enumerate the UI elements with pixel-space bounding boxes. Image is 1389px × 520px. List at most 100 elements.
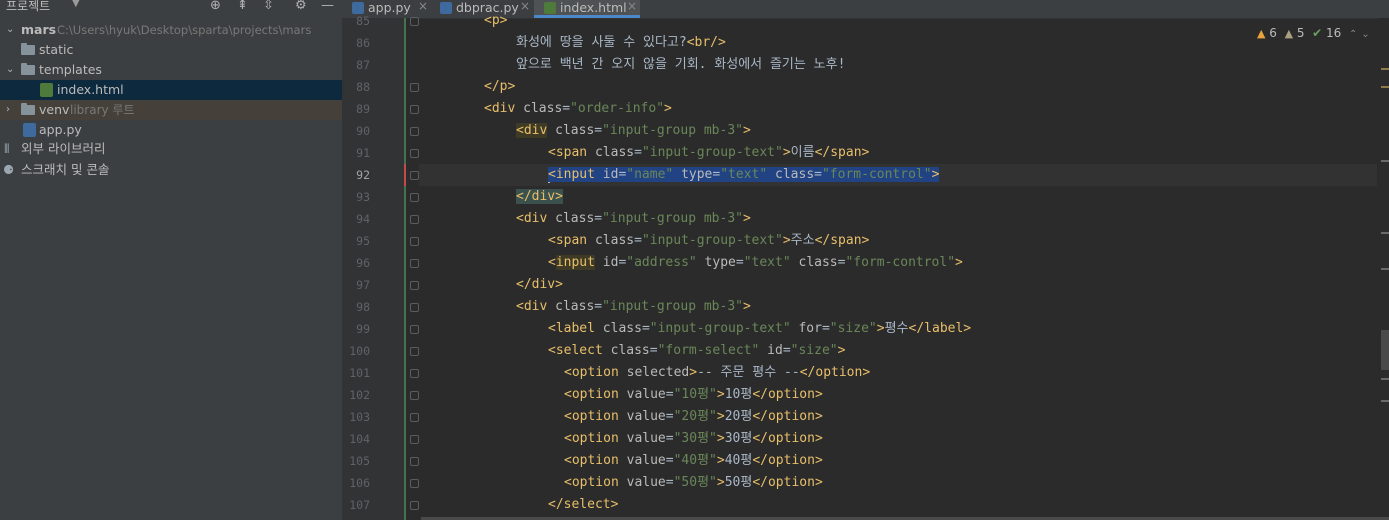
code-line[interactable]: </p> <box>419 76 1377 98</box>
locate-icon[interactable]: ⊕ <box>210 0 221 13</box>
project-view-selector[interactable]: 프로젝트 <box>6 0 50 14</box>
line-number: 92 <box>356 168 370 182</box>
fold-marker[interactable] <box>410 303 419 312</box>
project-path: C:\Users\hyuk\Desktop\sparta\projects\ma… <box>57 23 312 37</box>
tree-item-external-libraries[interactable]: ⦀ 외부 라이브러리 <box>0 139 342 159</box>
collapse-all-icon[interactable]: ⇞ <box>237 0 248 13</box>
fold-marker[interactable] <box>410 369 419 378</box>
fold-marker[interactable] <box>410 105 419 114</box>
tree-item-templates[interactable]: ⌄ templates <box>0 60 342 80</box>
fold-marker[interactable] <box>410 17 419 26</box>
fold-marker[interactable] <box>410 193 419 202</box>
attribute-value: "input-group-text" <box>649 321 791 336</box>
expand-all-icon[interactable]: ⇳ <box>263 0 274 13</box>
chevron-down-icon[interactable]: ▼ <box>72 0 80 9</box>
fold-marker[interactable] <box>410 281 419 290</box>
tree-item-app-py[interactable]: app.py <box>0 120 342 140</box>
line-number: 106 <box>349 476 370 490</box>
attribute-name: class <box>610 343 650 358</box>
fold-marker[interactable] <box>410 127 419 136</box>
text-content: 20평 <box>724 409 753 424</box>
code-line[interactable]: <span class="input-group-text">주소</span> <box>419 230 1377 252</box>
tree-item-index-html[interactable]: index.html <box>0 80 342 100</box>
fold-marker[interactable] <box>410 215 419 224</box>
attribute-value: "form-control" <box>821 167 932 182</box>
line-number: 101 <box>349 366 370 380</box>
tag-close: </option> <box>752 431 823 446</box>
fold-marker[interactable] <box>410 413 419 422</box>
fold-marker[interactable] <box>410 325 419 334</box>
attribute-name: class <box>775 167 815 182</box>
fold-marker[interactable] <box>410 83 419 92</box>
stripe-mark[interactable] <box>1381 400 1389 402</box>
fold-marker[interactable] <box>410 347 419 356</box>
tag-end: > <box>743 123 751 138</box>
stripe-mark[interactable] <box>1381 378 1389 380</box>
code-line[interactable]: <div class="order-info"> <box>419 98 1377 120</box>
folder-icon <box>21 43 35 55</box>
selection-highlight: <input id="name" type="text" class="form… <box>548 167 940 182</box>
tag-close: </option> <box>752 387 823 402</box>
code-line[interactable]: 앞으로 백년 간 오지 않을 기회. 화성에서 즐기는 노후! <box>419 54 1377 76</box>
code-line[interactable]: <p> <box>419 10 1377 32</box>
tag-end: > <box>782 145 791 160</box>
gear-icon[interactable]: ⚙ <box>295 0 307 13</box>
folder-icon <box>21 63 35 75</box>
tree-item-mars[interactable]: ⌄ mars C:\Users\hyuk\Desktop\sparta\proj… <box>0 20 342 40</box>
tag-end: > <box>689 365 698 380</box>
chevron-right-icon[interactable]: › <box>6 100 10 120</box>
fold-marker[interactable] <box>410 259 419 268</box>
line-number: 88 <box>356 80 370 94</box>
attribute-value: "form-control" <box>845 255 956 270</box>
tree-item-static[interactable]: static <box>0 40 342 60</box>
stripe-mark[interactable] <box>1381 68 1389 70</box>
code-line[interactable]: <option value="20평">20평</option> <box>419 406 1377 428</box>
html-file-icon <box>40 83 53 97</box>
fold-marker[interactable] <box>410 391 419 400</box>
tag-close: </option> <box>752 409 823 424</box>
fold-marker[interactable] <box>410 479 419 488</box>
chevron-down-icon[interactable]: ⌄ <box>6 60 14 80</box>
code-line[interactable]: <option value="40평">40평</option> <box>419 450 1377 472</box>
code-line[interactable]: 화성에 땅을 사둘 수 있다고?<br/> <box>419 32 1377 54</box>
text-content: 앞으로 백년 간 오지 않을 기회. 화성에서 즐기는 노후! <box>516 57 846 72</box>
code-line[interactable]: <option value="10평">10평</option> <box>419 384 1377 406</box>
code-line[interactable]: <select class="form-select" id="size"> <box>419 340 1377 362</box>
chevron-down-icon[interactable]: ⌄ <box>6 20 14 40</box>
fold-marker[interactable] <box>410 237 419 246</box>
code-line[interactable]: <input id="name" type="text" class="form… <box>419 164 1377 186</box>
stripe-mark[interactable] <box>1381 160 1389 162</box>
text-content: 주소 <box>790 233 815 248</box>
hide-icon[interactable]: — <box>321 0 334 13</box>
scroll-thumb[interactable] <box>1381 330 1389 370</box>
text-content: 30평 <box>724 431 753 446</box>
tag-close: </div> <box>516 277 563 292</box>
attribute-value: "text" <box>743 255 791 270</box>
code-line[interactable]: </div> <box>419 186 1377 208</box>
attribute-name: type <box>704 255 736 270</box>
stripe-mark[interactable] <box>1381 268 1389 270</box>
attribute-name: for <box>798 321 822 336</box>
code-line[interactable]: <div class="input-group mb-3"> <box>419 120 1377 142</box>
fold-marker[interactable] <box>410 501 419 510</box>
code-line[interactable]: <div class="input-group mb-3"> <box>419 208 1377 230</box>
code-line[interactable]: <option value="50평">50평</option> <box>419 472 1377 494</box>
fold-marker[interactable] <box>410 149 419 158</box>
line-number: 95 <box>356 234 370 248</box>
fold-marker[interactable] <box>410 435 419 444</box>
code-line[interactable]: <div class="input-group mb-3"> <box>419 296 1377 318</box>
code-line[interactable]: </select> <box>419 494 1377 516</box>
code-line[interactable]: <option selected>-- 주문 평수 --</option> <box>419 362 1377 384</box>
code-line[interactable]: <span class="input-group-text">이름</span> <box>419 142 1377 164</box>
stripe-mark[interactable] <box>1381 232 1389 234</box>
fold-marker[interactable] <box>410 457 419 466</box>
stripe-mark[interactable] <box>1381 86 1389 88</box>
code-line[interactable]: <input id="address" type="text" class="f… <box>419 252 1377 274</box>
code-line[interactable]: <label class="input-group-text" for="siz… <box>419 318 1377 340</box>
code-line[interactable]: <option value="30평">30평</option> <box>419 428 1377 450</box>
tree-item-scratches[interactable]: ⚈ 스크래치 및 콘솔 <box>0 160 342 180</box>
tree-item-venv[interactable]: › venv library 루트 <box>0 100 342 120</box>
fold-marker[interactable] <box>410 171 419 180</box>
tag-end: > <box>716 409 725 424</box>
code-line[interactable]: </div> <box>419 274 1377 296</box>
